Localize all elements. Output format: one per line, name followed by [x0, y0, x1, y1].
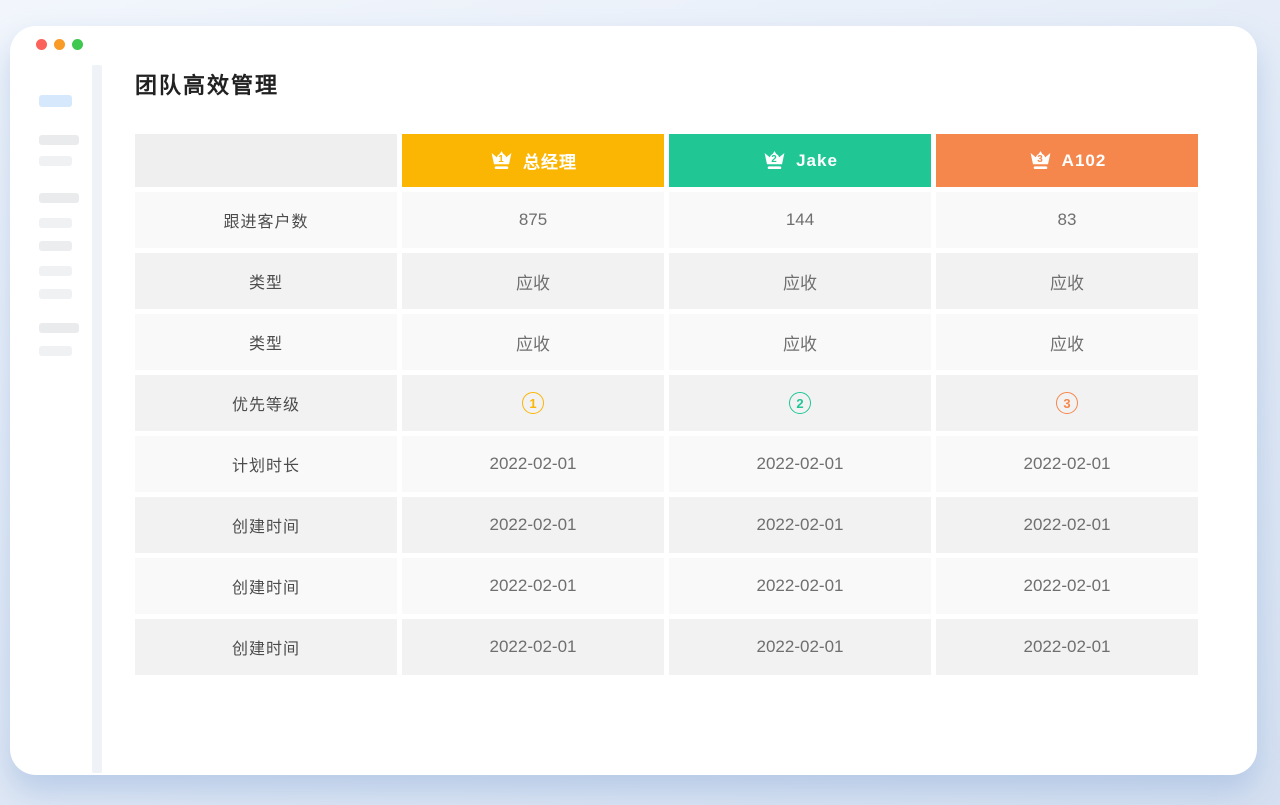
row-label: 创建时间 — [135, 558, 397, 614]
table-cell: 应收 — [402, 253, 664, 309]
page-title: 团队高效管理 — [135, 73, 279, 99]
table-cell: 2022-02-01 — [669, 436, 931, 492]
sidebar-item[interactable] — [39, 346, 72, 356]
crown-3-icon: 3 — [1028, 148, 1053, 173]
column-header-label: Jake — [796, 151, 838, 171]
sidebar-divider — [92, 65, 102, 773]
column-header-rank1[interactable]: 1 总经理 — [402, 134, 664, 187]
table-cell: 2022-02-01 — [936, 619, 1198, 675]
sidebar-item-active[interactable] — [39, 95, 72, 107]
table-cell: 875 — [402, 192, 664, 248]
close-window-icon[interactable] — [36, 39, 47, 50]
zoom-window-icon[interactable] — [72, 39, 83, 50]
table-cell: 2022-02-01 — [402, 558, 664, 614]
table-cell: 83 — [936, 192, 1198, 248]
svg-text:1: 1 — [498, 154, 505, 165]
sidebar-item[interactable] — [39, 266, 72, 276]
table-cell: 2022-02-01 — [936, 497, 1198, 553]
table-cell: 3 — [936, 375, 1198, 431]
row-label: 跟进客户数 — [135, 192, 397, 248]
sidebar-item[interactable] — [39, 156, 72, 166]
table-corner-cell — [135, 134, 397, 187]
minimize-window-icon[interactable] — [54, 39, 65, 50]
row-label: 创建时间 — [135, 619, 397, 675]
table-cell: 应收 — [669, 314, 931, 370]
row-label: 优先等级 — [135, 375, 397, 431]
sidebar-item[interactable] — [39, 323, 79, 333]
column-header-rank2[interactable]: 2 Jake — [669, 134, 931, 187]
table-cell: 2022-02-01 — [669, 558, 931, 614]
sidebar-item[interactable] — [39, 135, 79, 145]
sidebar-item[interactable] — [39, 289, 72, 299]
table-cell: 2022-02-01 — [669, 497, 931, 553]
sidebar-item[interactable] — [39, 193, 79, 203]
column-header-rank3[interactable]: 3 A102 — [936, 134, 1198, 187]
window-controls — [36, 39, 83, 50]
crown-2-icon: 2 — [762, 148, 787, 173]
table-cell: 应收 — [936, 314, 1198, 370]
table-cell: 2022-02-01 — [669, 619, 931, 675]
table-cell: 应收 — [669, 253, 931, 309]
row-label: 创建时间 — [135, 497, 397, 553]
crown-1-icon: 1 — [489, 148, 514, 173]
table-cell: 应收 — [402, 314, 664, 370]
row-label: 计划时长 — [135, 436, 397, 492]
row-label: 类型 — [135, 253, 397, 309]
row-label: 类型 — [135, 314, 397, 370]
column-header-label: A102 — [1062, 151, 1107, 171]
team-ranking-table: 1 总经理 2 Jake 3 A102 跟进客户数 8 — [135, 134, 1198, 675]
column-header-label: 总经理 — [523, 148, 577, 173]
table-cell: 2022-02-01 — [402, 619, 664, 675]
priority-3-badge-icon: 3 — [1056, 392, 1078, 414]
table-cell: 应收 — [936, 253, 1198, 309]
svg-text:2: 2 — [771, 154, 778, 165]
priority-2-badge-icon: 2 — [789, 392, 811, 414]
sidebar-item[interactable] — [39, 241, 72, 251]
table-cell: 1 — [402, 375, 664, 431]
table-cell: 2 — [669, 375, 931, 431]
svg-text:3: 3 — [1037, 154, 1044, 165]
sidebar-item[interactable] — [39, 218, 72, 228]
table-cell: 2022-02-01 — [936, 436, 1198, 492]
priority-1-badge-icon: 1 — [522, 392, 544, 414]
table-cell: 144 — [669, 192, 931, 248]
table-cell: 2022-02-01 — [402, 436, 664, 492]
table-cell: 2022-02-01 — [936, 558, 1198, 614]
app-window: 团队高效管理 1 总经理 2 Jake — [10, 26, 1257, 775]
table-cell: 2022-02-01 — [402, 497, 664, 553]
